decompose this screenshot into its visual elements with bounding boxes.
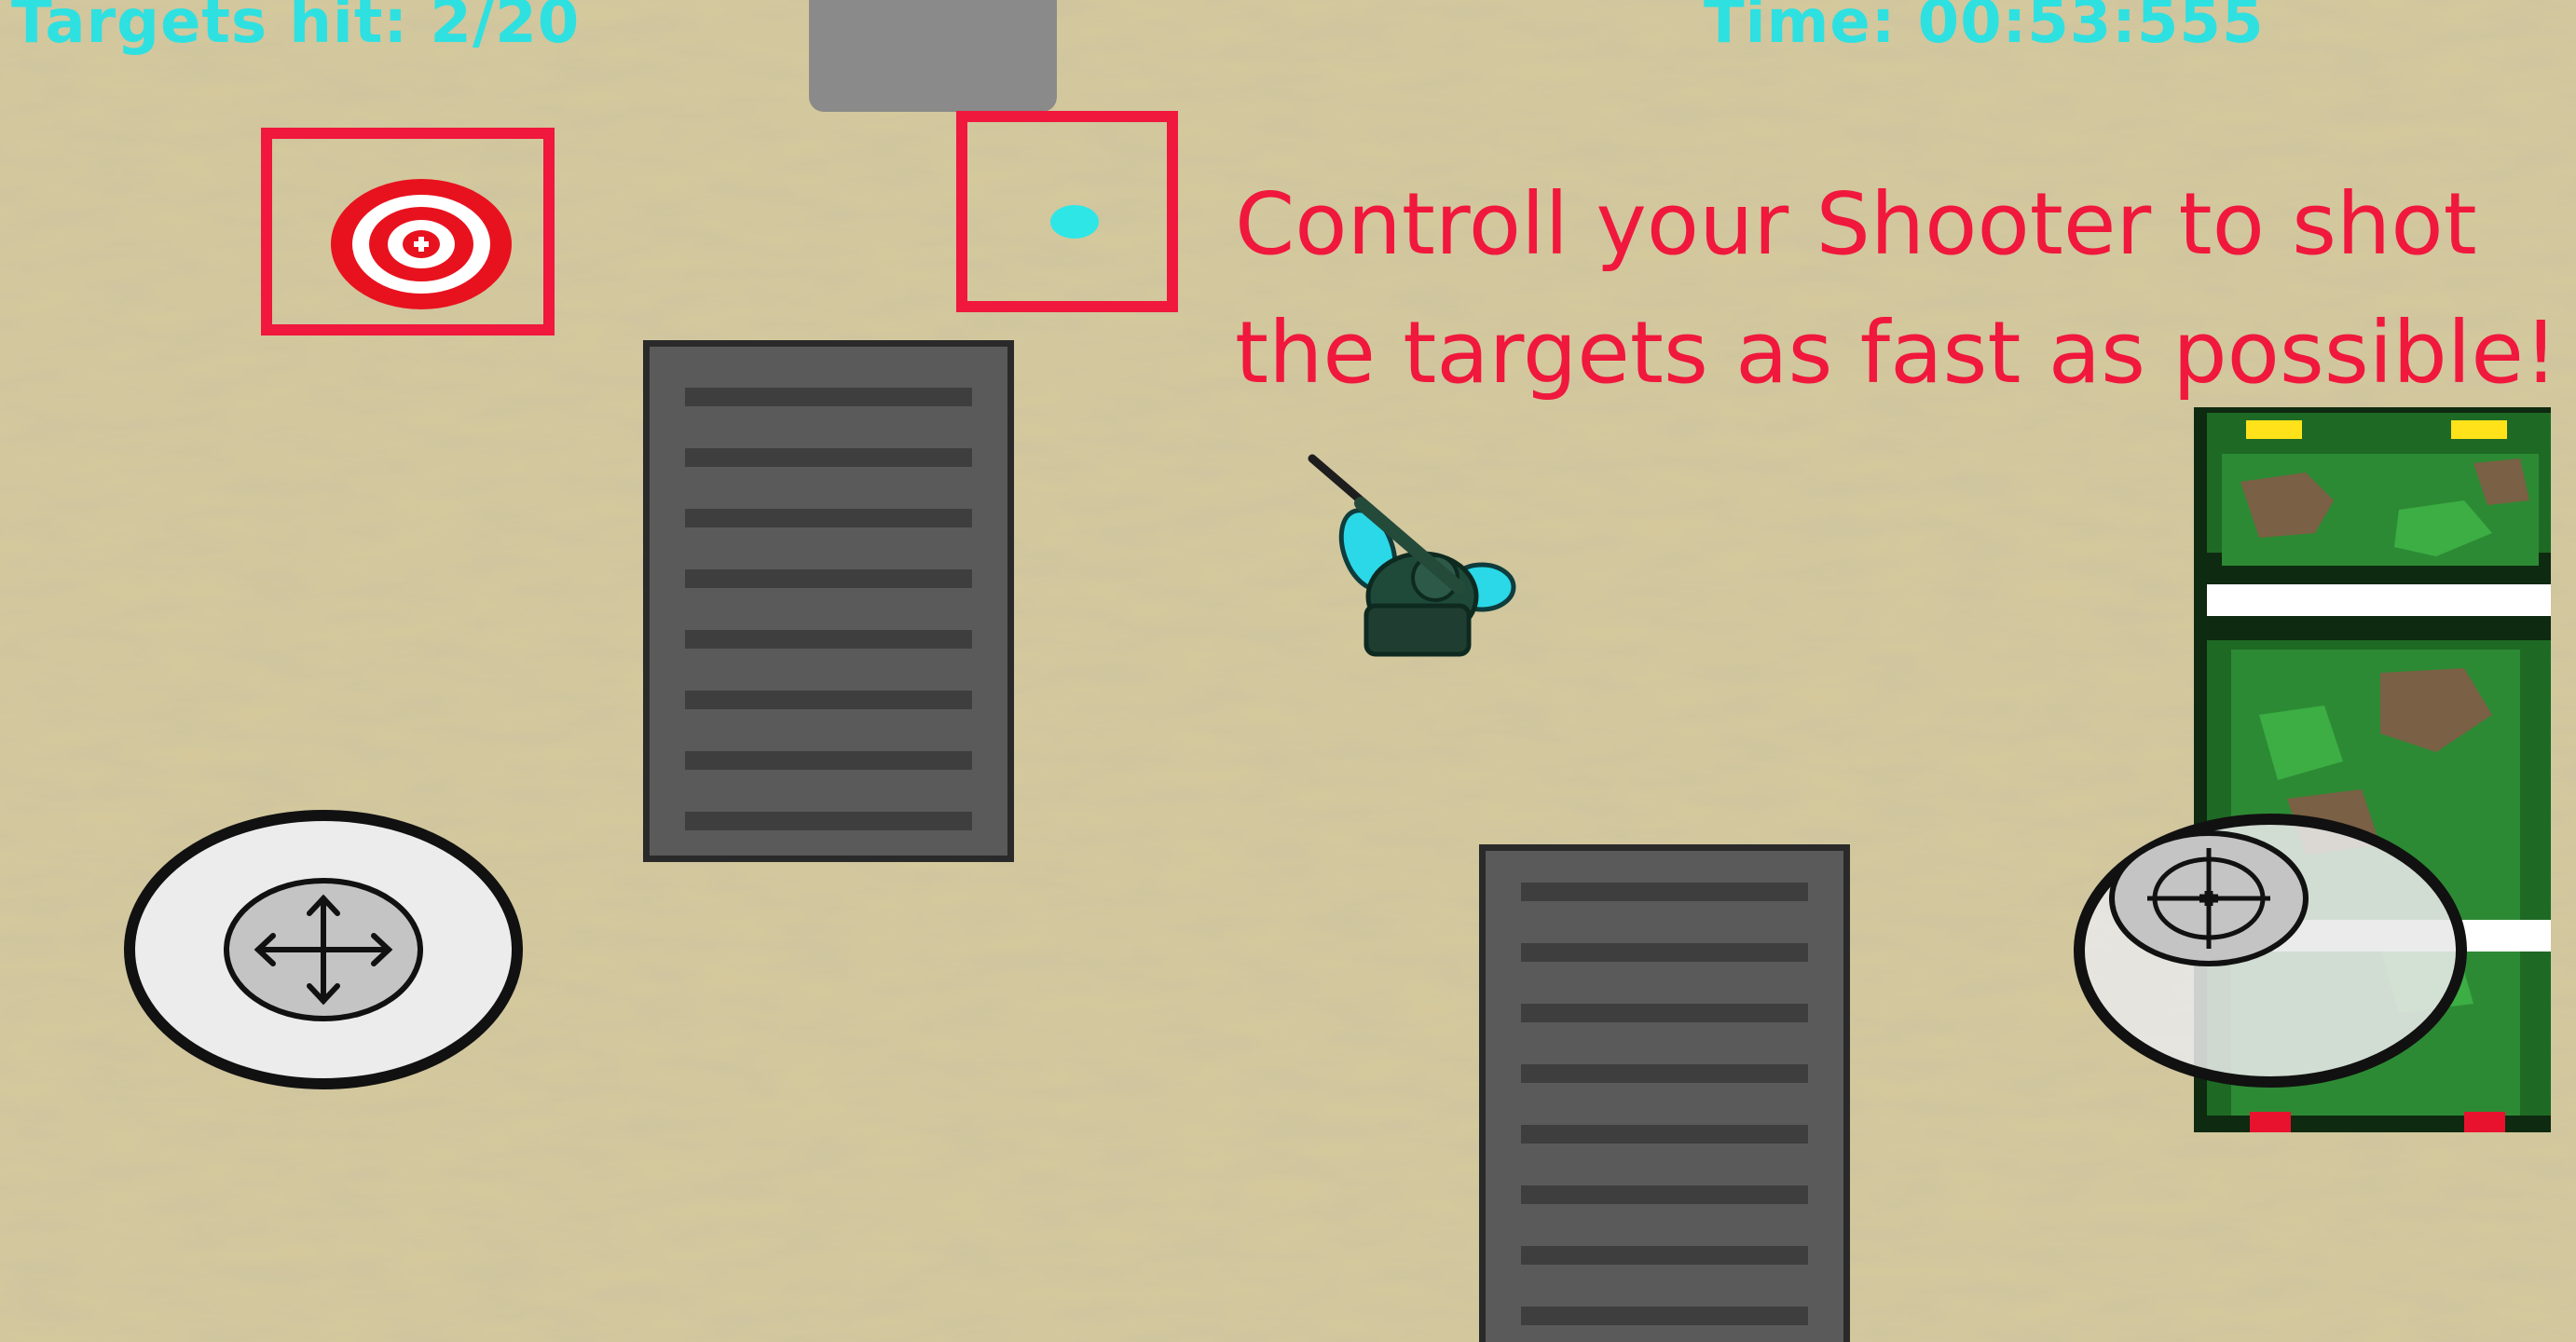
staircase-bottom [1479,844,1850,1342]
hint-line-2: the targets as fast as possible! [1235,303,2558,403]
targets-hit-counter: Targets hit: 2/20 [11,0,581,57]
bullseye-target-icon[interactable] [328,177,514,311]
bullet-icon [1050,205,1099,239]
staircase-left [643,340,1014,862]
rock-block [809,0,1057,112]
aim-joystick[interactable] [2073,813,2468,1089]
shooter-player [1308,454,1516,657]
game-stage[interactable]: Targets hit: 2/20 Time: 00:53:555 Contro… [0,0,2576,1342]
move-joystick[interactable] [123,809,524,1090]
tutorial-hint: Controll your Shooter to shot the target… [1235,160,2558,418]
hint-line-1: Controll your Shooter to shot [1235,174,2477,274]
timer: Time: 00:53:555 [1704,0,2265,57]
